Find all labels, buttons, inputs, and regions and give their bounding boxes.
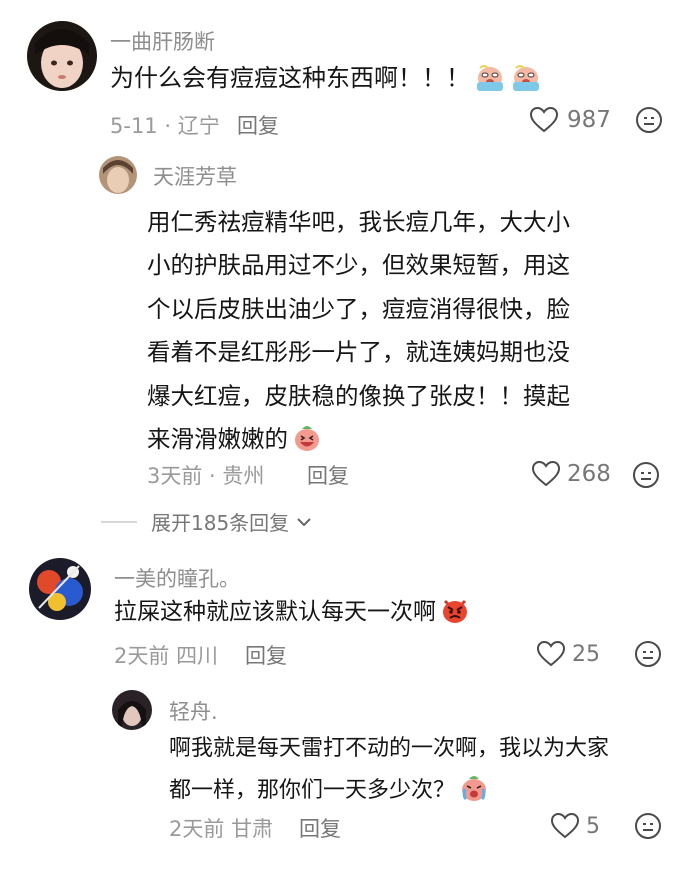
comment-text-line: 都一样，那你们一天多少次？ [169,778,456,803]
heart-outline-icon [531,460,561,487]
like-button[interactable]: 5 [550,812,600,840]
heart-outline-icon [529,106,559,133]
comment-text-line: 看着不是红彤彤一片了，就连姨妈期也没 [147,338,570,367]
comment-text: 啊我就是每天雷打不动的一次啊，我以为大家 都一样，那你们一天多少次？ [169,728,609,818]
reply-button[interactable]: 回复 [237,110,279,140]
comment-location: 四川 [176,644,219,668]
reply-button[interactable]: 回复 [307,460,349,490]
avatar[interactable] [112,690,152,730]
comment-username[interactable]: 一美的瞳孔。 [114,563,240,593]
like-button[interactable]: 987 [529,106,611,134]
dislike-button[interactable] [634,812,662,844]
comment-text-line: 啊我就是每天雷打不动的一次啊，我以为大家 [169,736,610,761]
avatar[interactable] [99,156,137,194]
expand-replies-button[interactable]: 展开185条回复 [101,507,313,536]
heart-outline-icon [536,640,566,667]
comment-location: 甘肃 [231,817,274,841]
comment-text-line: 来滑滑嫩嫩的 [147,425,288,454]
comment-meta: 3天前 · 贵州 [147,460,264,490]
crying-face-emoji [459,773,489,818]
crying-face-emoji [510,62,542,102]
comment-text-line: 用仁秀祛痘精华吧，我长痘几年，大大小 [147,208,570,236]
comment-text: 拉屎这种就应该默认每天一次啊 [114,594,470,636]
meh-face-icon [635,813,661,839]
dislike-button[interactable] [634,640,662,672]
dislike-button[interactable] [635,106,663,138]
comment-text: 为什么会有痘痘这种东西啊！！！ [110,60,542,102]
comment-meta: 2天前 四川 [114,640,218,670]
like-button[interactable]: 268 [531,460,611,488]
comment-date: 3天前 [147,464,203,488]
comment-username[interactable]: 一曲肝肠断 [110,26,215,56]
meta-separator: · [157,114,178,138]
comment-location: 贵州 [222,464,265,488]
comment-text-body: 拉屎这种就应该默认每天一次啊 [114,599,436,625]
dislike-button[interactable] [632,461,660,493]
comment-text-line: 小的护肤品用过不少，但效果短暂，用这 [147,251,570,280]
reply-button[interactable]: 回复 [245,640,287,670]
crying-face-emoji [474,62,506,102]
meh-face-icon [636,107,662,133]
chevron-down-icon [297,517,311,526]
comment-text-line-last: 都一样，那你们一天多少次？ [169,770,609,818]
comment-meta: 5-11 · 辽宁 [110,110,220,140]
avatar[interactable] [27,21,97,91]
like-count: 268 [567,461,611,487]
comment-text-line: 个以后皮肤出油少了，痘痘消得很快，脸 [147,294,570,323]
comment-username[interactable]: 天涯芳草 [153,161,237,191]
meh-face-icon [633,462,659,488]
comment-meta: 2天前 甘肃 [169,813,273,843]
comment-date: 2天前 [169,817,225,841]
like-button[interactable]: 25 [536,640,600,668]
comment-text-body: 为什么会有痘痘这种东西啊！！！ [110,64,470,92]
divider [101,520,137,523]
comment-username[interactable]: 轻舟. [169,696,218,726]
angry-face-emoji [440,595,470,636]
meta-separator: · [202,464,223,488]
like-count: 987 [567,107,611,133]
comment-date: 2天前 [114,644,170,668]
like-count: 25 [572,641,600,667]
like-count: 5 [586,813,600,839]
comment-text: 用仁秀祛痘精华吧，我长痘几年，大大小 小的护肤品用过不少，但效果短暂，用这 个以… [147,201,570,467]
comment-location: 辽宁 [177,114,220,138]
avatar[interactable] [29,558,91,620]
comment-date: 5-11 [110,114,158,138]
comment-text-line: 爆大红痘，皮肤稳的像换了张皮！！摸起 [147,381,570,410]
expand-replies-label: 展开185条回复 [151,511,290,535]
reply-button[interactable]: 回复 [299,813,341,843]
meh-face-icon [635,641,661,667]
heart-outline-icon [550,812,580,839]
